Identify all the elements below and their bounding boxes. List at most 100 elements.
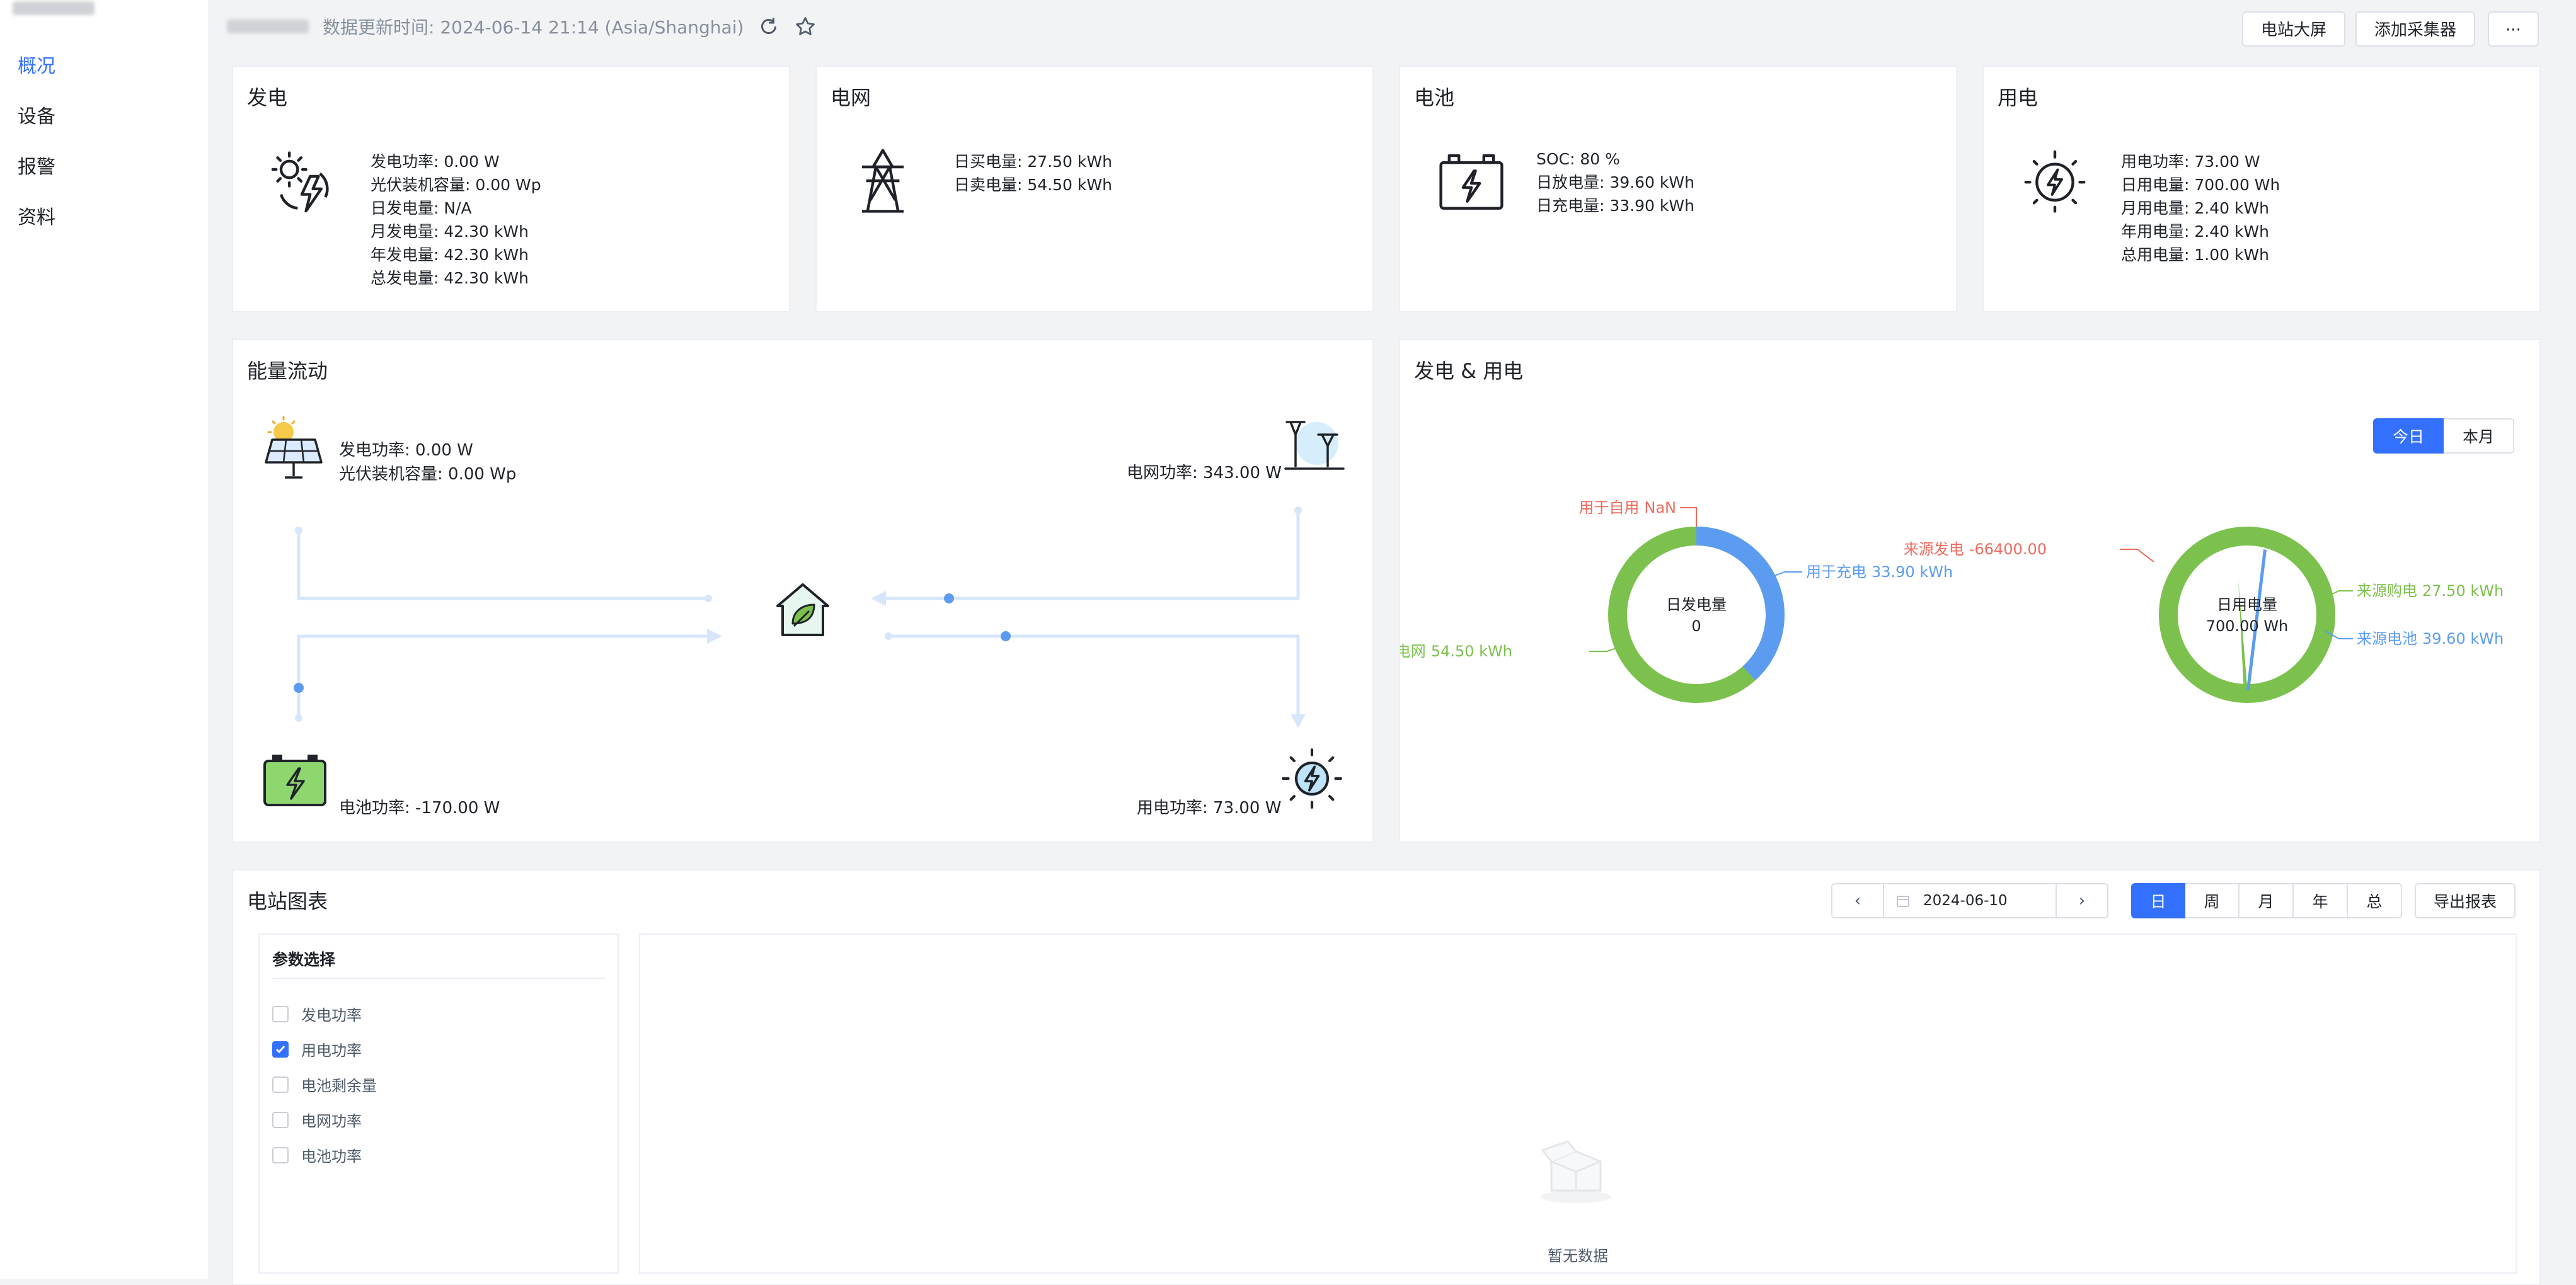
load-power-label: 用电功率: 73.00 W bbox=[1137, 799, 1282, 818]
donut2-gen-label: 来源发电 bbox=[1904, 540, 1964, 558]
load-power-icon bbox=[1282, 748, 1342, 809]
power-usage-icon bbox=[2024, 150, 2086, 213]
generation-line: 年发电量: 42.30 kWh bbox=[371, 246, 529, 264]
consumption-line: 年用电量: 2.40 kWh bbox=[2121, 222, 2270, 241]
next-date-button[interactable]: › bbox=[2056, 884, 2107, 917]
donut2-battery-value: 39.60 kWh bbox=[2422, 630, 2504, 648]
donut2-purchase-value: 27.50 kWh bbox=[2422, 582, 2504, 600]
battery-line: 日充电量: 33.90 kWh bbox=[1536, 197, 1694, 215]
consumption-line: 用电功率: 73.00 W bbox=[2121, 152, 2260, 171]
consumption-info: 用电功率: 73.00 W 日用电量: 700.00 Wh 月用电量: 2.40… bbox=[2121, 150, 2280, 266]
station-name bbox=[227, 20, 309, 33]
param-checkbox[interactable] bbox=[272, 1005, 289, 1022]
station-screen-button[interactable]: 电站大屏 bbox=[2242, 11, 2346, 47]
generation-line: 月发电量: 42.30 kWh bbox=[371, 222, 529, 241]
header-bar: 数据更新时间: 2024-06-14 21:14 (Asia/Shanghai) bbox=[227, 14, 817, 39]
generation-info: 发电功率: 0.00 W 光伏装机容量: 0.00 Wp 日发电量: N/A 月… bbox=[371, 150, 541, 290]
param-label: 电网功率 bbox=[301, 1112, 362, 1130]
donut2-center-label: 日用电量 bbox=[2217, 596, 2277, 614]
donut-consumption: 日用电量 700.00 Wh 来源发电 -66400.00 来源购电 27.50… bbox=[1904, 527, 2504, 703]
grid-info: 日买电量: 27.50 kWh 日卖电量: 54.50 kWh bbox=[954, 150, 1112, 197]
period-week[interactable]: 周 bbox=[2185, 883, 2240, 918]
sidebar: 概况 设备 报警 资料 bbox=[0, 0, 208, 1279]
prev-date-button[interactable]: ‹ bbox=[1832, 884, 1884, 917]
station-chart-title: 电站图表 bbox=[247, 889, 328, 913]
generation-line: 日发电量: N/A bbox=[371, 199, 472, 217]
param-label: 发电功率 bbox=[301, 1007, 362, 1024]
station-chart-panel: 电站图表 ‹ 2024-06-10 › 日 周 月 年 总 导出报表 参数选择 … bbox=[232, 869, 2541, 1285]
battery-title: 电池 bbox=[1414, 86, 1455, 110]
update-time: 数据更新时间: 2024-06-14 21:14 (Asia/Shanghai) bbox=[323, 17, 744, 38]
param-option[interactable]: 电网功率 bbox=[272, 1109, 362, 1131]
param-option[interactable]: 用电功率 bbox=[272, 1038, 362, 1060]
grid-title: 电网 bbox=[831, 86, 871, 110]
donut1-grid-label: 用于电网 bbox=[1400, 642, 1426, 660]
consumption-line: 总用电量: 1.00 kWh bbox=[2121, 246, 2270, 264]
param-checkbox-checked[interactable] bbox=[272, 1041, 289, 1058]
donut-generation: 日发电量 0 用于自用 NaN 用于充电 33.90 kWh 用于电网 54.5… bbox=[1400, 499, 1953, 703]
generation-title: 发电 bbox=[247, 86, 288, 110]
add-collector-button[interactable]: 添加采集器 bbox=[2355, 11, 2476, 47]
donut1-grid-value: 54.50 kWh bbox=[1431, 642, 1512, 660]
donut2-battery-label: 来源电池 bbox=[2357, 630, 2417, 648]
export-report-button[interactable]: 导出报表 bbox=[2415, 883, 2516, 918]
grid-line: 日卖电量: 54.50 kWh bbox=[954, 176, 1112, 194]
param-checkbox[interactable] bbox=[272, 1146, 289, 1163]
flow-dots bbox=[294, 593, 1011, 693]
period-total[interactable]: 总 bbox=[2348, 883, 2402, 918]
battery-line: 日放电量: 39.60 kWh bbox=[1536, 173, 1694, 191]
generation-line: 总发电量: 42.30 kWh bbox=[371, 269, 529, 287]
donut1-charge-label: 用于充电 bbox=[1806, 563, 1866, 581]
parameter-selector: 参数选择 发电功率 用电功率 电池剩余量 电网功率 电池功率 bbox=[258, 934, 619, 1274]
nav-item-alarms[interactable]: 报警 bbox=[18, 151, 55, 179]
donut-charts: 日发电量 0 用于自用 NaN 用于充电 33.90 kWh 用于电网 54.5… bbox=[1400, 499, 2504, 703]
energy-flow-panel: 能量流动 发电功率: 0.00 W 光伏装机容量: 0.00 Wp 电网功率: … bbox=[232, 339, 1374, 843]
solar-panel-icon bbox=[265, 416, 323, 479]
empty-data-text: 暂无数据 bbox=[1548, 1247, 1608, 1265]
consumption-card: 用电 用电功率: 73.00 W 日用电量: 700.00 Wh 月用电量: 2… bbox=[1982, 66, 2541, 312]
donut2-center-value: 700.00 Wh bbox=[2206, 617, 2289, 635]
period-month[interactable]: 月 bbox=[2240, 883, 2294, 918]
power-tower-icon bbox=[862, 149, 904, 213]
consumption-line: 日用电量: 700.00 Wh bbox=[2121, 176, 2280, 194]
check-icon bbox=[275, 1045, 285, 1053]
param-option[interactable]: 电池功率 bbox=[272, 1144, 362, 1166]
param-label: 电池功率 bbox=[301, 1148, 362, 1165]
more-button[interactable]: ··· bbox=[2488, 11, 2539, 47]
star-icon[interactable] bbox=[794, 15, 817, 38]
consumption-title: 用电 bbox=[1998, 86, 2038, 110]
nav-item-devices[interactable]: 设备 bbox=[18, 101, 55, 128]
chart-area: 暂无数据 bbox=[639, 934, 2517, 1274]
generation-line: 光伏装机容量: 0.00 Wp bbox=[371, 176, 541, 194]
nav-item-info[interactable]: 资料 bbox=[18, 202, 55, 229]
donut1-selfuse-label: 用于自用 bbox=[1578, 499, 1639, 517]
pv-power-label: 发电功率: 0.00 W bbox=[339, 441, 473, 460]
grid-line: 日买电量: 27.50 kWh bbox=[954, 152, 1112, 171]
param-checkbox[interactable] bbox=[272, 1076, 289, 1093]
param-option[interactable]: 发电功率 bbox=[272, 1003, 362, 1025]
generation-line: 发电功率: 0.00 W bbox=[371, 152, 500, 171]
gen-use-panel: 发电 & 用电 今日 本月 日发电量 0 用于自用 NaN 用于充电 33.90… bbox=[1399, 339, 2541, 843]
donut1-center-value: 0 bbox=[1691, 617, 1701, 635]
battery-info: SOC: 80 % 日放电量: 39.60 kWh 日充电量: 33.90 kW… bbox=[1536, 147, 1694, 217]
donut1-charge-value: 33.90 kWh bbox=[1872, 563, 1953, 581]
grid-power-label: 电网功率: 343.00 W bbox=[1127, 464, 1282, 483]
period-day[interactable]: 日 bbox=[2131, 883, 2185, 918]
battery-card: 电池 SOC: 80 % 日放电量: 39.60 kWh 日充电量: 33.90… bbox=[1399, 66, 1957, 312]
nav-item-overview[interactable]: 概况 bbox=[18, 50, 55, 78]
calendar-icon bbox=[1897, 896, 1909, 907]
donut2-purchase-label: 来源购电 bbox=[2357, 582, 2417, 600]
param-divider bbox=[272, 978, 606, 979]
param-title: 参数选择 bbox=[272, 951, 336, 969]
param-option[interactable]: 电池剩余量 bbox=[272, 1073, 377, 1095]
date-input[interactable]: 2024-06-10 bbox=[1923, 884, 2008, 917]
period-year[interactable]: 年 bbox=[2294, 883, 2348, 918]
param-label: 用电功率 bbox=[301, 1042, 362, 1059]
battery-power-label: 电池功率: -170.00 W bbox=[339, 799, 500, 818]
param-checkbox[interactable] bbox=[272, 1111, 289, 1128]
pv-capacity-label: 光伏装机容量: 0.00 Wp bbox=[339, 465, 517, 484]
battery-flow-icon bbox=[263, 755, 326, 806]
generation-card: 发电 发电功率: 0.00 W 光伏装机容量: 0.00 Wp 日发电量: N/… bbox=[232, 66, 790, 312]
donut2-purchase-slice bbox=[2159, 527, 2335, 703]
refresh-icon[interactable] bbox=[757, 15, 780, 38]
